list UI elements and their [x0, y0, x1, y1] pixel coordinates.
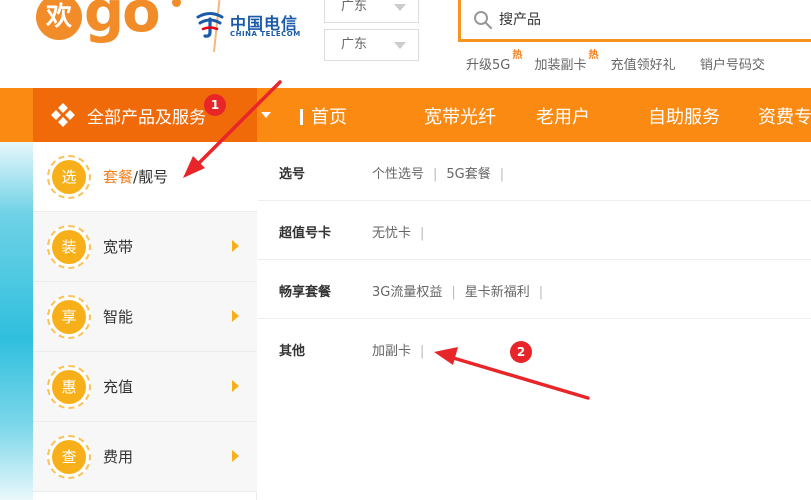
category-item-fees[interactable]: 查 费用 — [33, 422, 257, 492]
category-badge: 享 — [47, 295, 91, 339]
category-label: 充值 — [103, 378, 134, 396]
category-item-recharge[interactable]: 惠 充值 — [33, 352, 257, 422]
link-worry-free-card[interactable]: 无忧卡 — [372, 222, 411, 241]
separator: | — [451, 285, 456, 300]
submenu-row-links: 加副卡 | — [372, 340, 433, 359]
chevron-right-icon — [232, 240, 239, 252]
submenu-row-plans: 畅享套餐 3G流量权益 | 星卡新福利 | — [258, 260, 811, 319]
logo-dot — [172, 0, 181, 7]
china-telecom-logo[interactable]: 中国电信 CHINA TELECOM — [194, 8, 304, 42]
chevron-down-icon — [261, 112, 271, 118]
select-icon: 选 — [52, 160, 86, 194]
site-header: 欢 go 中国电信 CHINA TELECOM 广东 广东 升级5G 热 — [0, 0, 811, 88]
category-label-highlight: 套餐 — [103, 168, 134, 186]
submenu-row-value-cards: 超值号卡 无忧卡 | — [258, 201, 811, 260]
enjoy-icon: 享 — [52, 300, 86, 334]
nav-item-label: 宽带光纤 — [424, 107, 496, 128]
chevron-down-icon — [394, 4, 406, 11]
category-item-plans-numbers[interactable]: 选 套餐/靓号 — [33, 142, 257, 212]
hot-link-recharge-gift[interactable]: 充值领好礼 — [611, 54, 676, 73]
category-badge: 查 — [47, 435, 91, 479]
nav-item-existing-users[interactable]: 老用户 — [536, 103, 590, 129]
link-custom-number[interactable]: 个性选号 — [372, 163, 424, 182]
submenu-row-title: 选号 — [279, 167, 306, 182]
active-marker — [300, 109, 303, 125]
category-badge: 装 — [47, 225, 91, 269]
hot-link-label: 充值领好礼 — [610, 58, 676, 73]
search-icon[interactable] — [473, 10, 493, 30]
nav-item-self-service[interactable]: 自助服务 — [648, 103, 720, 129]
hot-link-cancel-number[interactable]: 销户号码交 — [700, 54, 765, 73]
nav-item-label: 首页 — [311, 107, 347, 128]
separator: | — [420, 226, 425, 241]
hot-link-upgrade-5g[interactable]: 升级5G 热 — [466, 50, 522, 73]
link-3g-data-benefit[interactable]: 3G流量权益 — [372, 281, 442, 300]
link-add-secondary-card[interactable]: 加副卡 — [372, 340, 411, 359]
category-label: 智能 — [103, 308, 134, 326]
nav-item-label: 自助服务 — [648, 107, 720, 128]
install-icon: 装 — [52, 230, 86, 264]
all-products-menu-button[interactable]: 全部产品及服务 — [33, 88, 271, 142]
category-item-smart[interactable]: 享 智能 — [33, 282, 257, 352]
china-telecom-icon — [196, 12, 224, 38]
logo-wordmark: go — [84, 0, 161, 45]
grid-diamond-icon — [51, 103, 75, 127]
category-badge: 选 — [47, 155, 91, 199]
link-star-card-benefit[interactable]: 星卡新福利 — [465, 281, 530, 300]
submenu-row-select-number: 选号 个性选号 | 5G套餐 | — [258, 142, 811, 201]
logo-mark: 欢 — [36, 0, 82, 40]
submenu-row-links: 个性选号 | 5G套餐 | — [372, 163, 513, 182]
submenu-row-title: 其他 — [279, 344, 306, 359]
nav-item-label: 老用户 — [536, 107, 590, 128]
category-label: 宽带 — [103, 238, 134, 256]
hot-badge: 热 — [588, 50, 599, 61]
province-select-value: 广东 — [341, 0, 368, 14]
category-menu: 选 套餐/靓号 装 宽带 享 智能 惠 充值 查 费用 — [33, 142, 257, 500]
nav-item-broadband[interactable]: 宽带光纤 — [424, 103, 496, 129]
hot-badge: 热 — [512, 50, 523, 61]
hot-link-label: 销户号码交 — [699, 58, 765, 73]
hot-link-label: 升级5G — [466, 58, 511, 73]
main-navbar: 全部产品及服务 首页 宽带光纤 老用户 自助服务 资费专 — [0, 88, 811, 142]
category-badge: 惠 — [47, 365, 91, 409]
nav-item-tariff[interactable]: 资费专 — [758, 103, 811, 129]
telecom-name-en: CHINA TELECOM — [230, 30, 301, 38]
submenu-row-links: 3G流量权益 | 星卡新福利 | — [372, 281, 552, 300]
separator: | — [433, 167, 438, 182]
hot-links: 升级5G 热 加装副卡 热 充值领好礼 销户号码交 — [466, 50, 785, 73]
city-select[interactable]: 广东 — [324, 29, 419, 61]
chevron-down-icon — [394, 42, 406, 49]
side-banner-strip — [0, 142, 33, 500]
query-icon: 查 — [52, 440, 86, 474]
category-label: 费用 — [103, 448, 134, 466]
separator: | — [420, 344, 425, 359]
hot-link-label: 加装副卡 — [534, 58, 587, 73]
submenu-row-links: 无忧卡 | — [372, 222, 433, 241]
all-products-label: 全部产品及服务 — [87, 108, 206, 128]
annotation-step-2: 2 — [510, 341, 532, 363]
chevron-right-icon — [232, 380, 239, 392]
nav-item-home[interactable]: 首页 — [300, 103, 347, 129]
province-select[interactable]: 广东 — [324, 0, 419, 23]
chevron-right-icon — [232, 310, 239, 322]
annotation-step-1: 1 — [204, 94, 226, 116]
category-label: 套餐/靓号 — [103, 166, 168, 187]
discount-icon: 惠 — [52, 370, 86, 404]
submenu-row-other: 其他 加副卡 | — [258, 319, 811, 378]
hot-link-add-secondary-card[interactable]: 加装副卡 热 — [534, 50, 599, 73]
product-submenu-panel: 选号 个性选号 | 5G套餐 | 超值号卡 无忧卡 | 畅享套餐 3G流量权益 | 星卡新福… — [258, 142, 811, 500]
separator: | — [538, 285, 544, 300]
chevron-right-icon — [232, 450, 239, 462]
search-box — [458, 0, 811, 42]
city-select-value: 广东 — [341, 37, 368, 52]
link-5g-plan[interactable]: 5G套餐 — [446, 163, 490, 182]
category-item-broadband[interactable]: 装 宽带 — [33, 212, 257, 282]
category-label-rest: /靓号 — [133, 168, 169, 186]
nav-item-label: 资费专 — [758, 107, 811, 128]
submenu-row-title: 畅享套餐 — [279, 285, 332, 300]
separator: | — [499, 167, 505, 182]
submenu-row-title: 超值号卡 — [279, 226, 332, 241]
search-input[interactable] — [499, 7, 799, 33]
